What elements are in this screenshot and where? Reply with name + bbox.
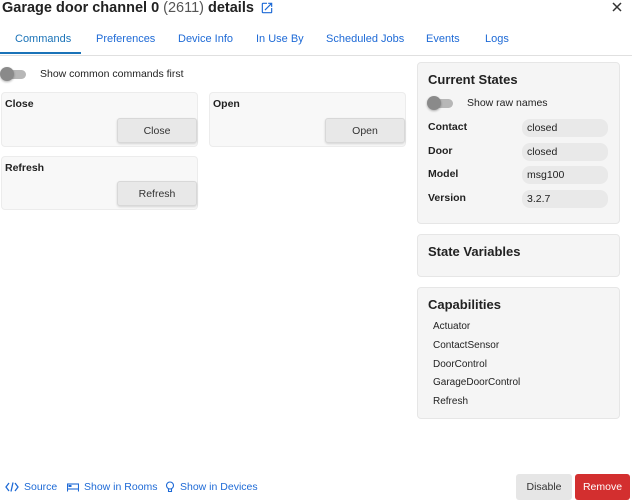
external-link-icon[interactable] [260,1,274,15]
device-name: Garage door channel 0 [2,0,160,16]
tab-preferences[interactable]: Preferences [96,33,155,45]
state-value: closed [522,119,608,137]
state-variables-panel: State Variables [417,234,620,277]
command-card-close: Close Close [1,92,198,147]
close-icon[interactable] [610,0,624,14]
state-value: msg100 [522,166,608,184]
capabilities-panel: Capabilities Actuator ContactSensor Door… [417,287,620,419]
state-key: Contact [428,121,468,133]
dialog-title: Garage door channel 0 (2611) details [2,0,274,16]
devices-label: Show in Devices [180,481,258,493]
code-icon [5,482,19,492]
state-key: Model [428,168,459,180]
state-row-version: Version 3.2.7 [428,190,611,208]
remove-button[interactable]: Remove [575,474,630,500]
tab-bar: Commands Preferences Device Info In Use … [0,26,632,56]
capability-item: DoorControl [433,359,487,370]
active-tab-indicator [0,52,81,54]
state-value: closed [522,143,608,161]
state-variables-title: State Variables [428,244,521,259]
source-label: Source [24,481,58,493]
state-key: Version [428,192,466,204]
capability-item: Refresh [433,396,469,407]
common-commands-label: Show common commands first [40,68,184,80]
capability-item: GarageDoorControl [433,377,521,388]
raw-names-toggle[interactable] [427,96,455,110]
capabilities-title: Capabilities [428,297,501,312]
common-commands-toggle[interactable] [0,67,28,81]
tab-events[interactable]: Events [426,33,460,45]
current-states-title: Current States [428,72,518,87]
rooms-label: Show in Rooms [84,481,158,493]
tab-in-use-by[interactable]: In Use By [256,33,304,45]
show-in-rooms-link[interactable]: Show in Rooms [67,481,158,493]
title-suffix: details [207,0,254,16]
current-states-panel: Current States Show raw names Contact cl… [417,62,620,224]
refresh-command-button[interactable]: Refresh [117,181,197,206]
capability-item: Actuator [433,321,471,332]
command-card-open: Open Open [209,92,406,147]
device-id: (2611) [163,0,204,16]
dialog-header: Garage door channel 0 (2611) details [0,0,632,20]
state-row-model: Model msg100 [428,166,611,184]
tab-commands[interactable]: Commands [15,33,71,45]
raw-names-label: Show raw names [467,97,548,109]
state-value: 3.2.7 [522,190,608,208]
tab-scheduled-jobs[interactable]: Scheduled Jobs [326,33,404,45]
source-link[interactable]: Source [5,481,57,493]
capability-item: ContactSensor [433,340,500,351]
close-command-button[interactable]: Close [117,118,197,143]
state-row-door: Door closed [428,143,611,161]
lightbulb-icon [165,481,175,493]
command-name: Open [213,98,240,110]
command-name: Refresh [5,162,45,174]
tab-device-info[interactable]: Device Info [178,33,233,45]
tab-logs[interactable]: Logs [485,33,509,45]
bed-icon [67,483,79,492]
state-row-contact: Contact closed [428,119,611,137]
command-name: Close [5,98,34,110]
command-card-refresh: Refresh Refresh [1,156,198,210]
state-key: Door [428,145,453,157]
open-command-button[interactable]: Open [325,118,405,143]
disable-button[interactable]: Disable [516,474,572,500]
show-in-devices-link[interactable]: Show in Devices [165,481,258,493]
